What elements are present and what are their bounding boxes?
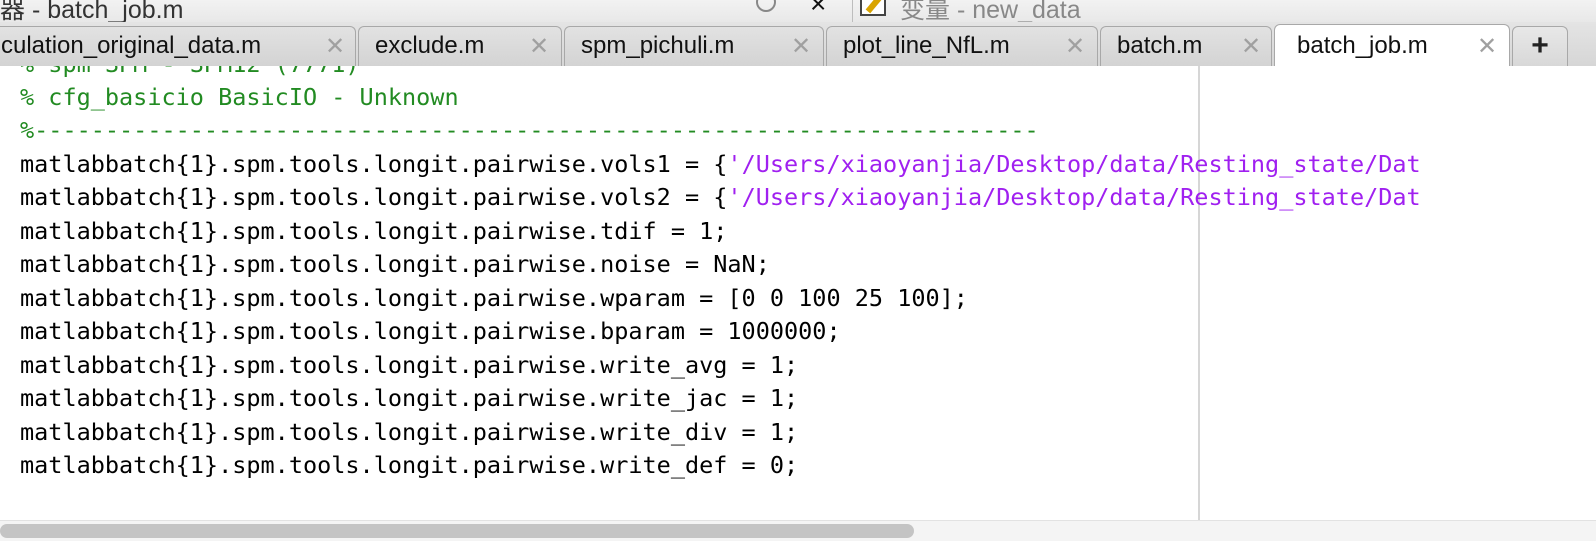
code-line: matlabbatch{1}.spm.tools.longit.pairwise…: [20, 351, 799, 379]
tab-label: batch_job.m: [1297, 32, 1428, 59]
close-icon[interactable]: ×: [810, 0, 826, 20]
tab-batch-job[interactable]: batch_job.m ✕: [1274, 24, 1510, 67]
code-text: matlabbatch{1}.spm.tools.longit.pairwise…: [20, 183, 728, 211]
tab-batch[interactable]: batch.m ✕: [1100, 26, 1272, 66]
tab-label: batch.m: [1117, 32, 1203, 59]
code-line: matlabbatch{1}.spm.tools.longit.pairwise…: [20, 284, 968, 312]
code-line: % cfg_basicio BasicIO - Unknown: [20, 83, 459, 111]
tab-label: exclude.m: [375, 32, 485, 59]
tab-close-icon[interactable]: ✕: [529, 35, 549, 59]
editor-window-title: 器 - batch_job.m: [0, 0, 184, 22]
code-text: matlabbatch{1}.spm.tools.longit.pairwise…: [20, 150, 728, 178]
code-line: matlabbatch{1}.spm.tools.longit.pairwise…: [20, 418, 799, 446]
tab-close-icon[interactable]: ✕: [791, 35, 811, 59]
tab-plot-line-nfl[interactable]: plot_line_NfL.m ✕: [826, 26, 1098, 66]
tab-close-icon[interactable]: ✕: [1241, 35, 1261, 59]
tab-spm-pichuli[interactable]: spm_pichuli.m ✕: [564, 26, 824, 66]
code-line: matlabbatch{1}.spm.tools.longit.pairwise…: [20, 384, 799, 412]
tab-label: spm_pichuli.m: [581, 32, 735, 59]
window-menu-icon[interactable]: [756, 0, 776, 12]
tab-close-icon[interactable]: ✕: [325, 35, 345, 59]
title-divider: [852, 0, 853, 22]
tab-close-icon[interactable]: ✕: [1065, 35, 1085, 59]
code-line: % spm SPM - SPM12 (7771): [20, 66, 360, 81]
tab-calculation-original-data[interactable]: culation_original_data.m ✕: [0, 26, 356, 66]
code-line: matlabbatch{1}.spm.tools.longit.pairwise…: [20, 181, 1421, 214]
scrollbar-thumb[interactable]: [0, 524, 914, 538]
code-line: matlabbatch{1}.spm.tools.longit.pairwise…: [20, 217, 728, 245]
window-title-strip: 器 - batch_job.m × 变量 - new_data: [0, 0, 1596, 22]
tab-close-icon[interactable]: ✕: [1477, 35, 1497, 59]
horizontal-scrollbar[interactable]: [0, 520, 1596, 541]
new-tab-button[interactable]: +: [1512, 26, 1568, 66]
code-line: matlabbatch{1}.spm.tools.longit.pairwise…: [20, 148, 1421, 181]
tab-label: culation_original_data.m: [1, 32, 262, 59]
variable-window-title: 变量 - new_data: [900, 0, 1081, 22]
code-line: %---------------------------------------…: [20, 116, 1039, 144]
right-text-margin: [1198, 66, 1200, 520]
string-literal: '/Users/xiaoyanjia/Desktop/data/Resting_…: [727, 150, 1421, 178]
tab-label: plot_line_NfL.m: [843, 32, 1010, 59]
editor-tab-bar: culation_original_data.m ✕ exclude.m ✕ s…: [0, 22, 1596, 67]
tab-exclude[interactable]: exclude.m ✕: [358, 26, 562, 66]
string-literal: '/Users/xiaoyanjia/Desktop/data/Resting_…: [727, 183, 1421, 211]
code-editor[interactable]: % spm SPM - SPM12 (7771) % cfg_basicio B…: [0, 66, 1596, 520]
variable-editor-icon: [860, 0, 886, 16]
code-line: matlabbatch{1}.spm.tools.longit.pairwise…: [20, 451, 799, 479]
code-line: matlabbatch{1}.spm.tools.longit.pairwise…: [20, 250, 770, 278]
code-line: matlabbatch{1}.spm.tools.longit.pairwise…: [20, 317, 841, 345]
